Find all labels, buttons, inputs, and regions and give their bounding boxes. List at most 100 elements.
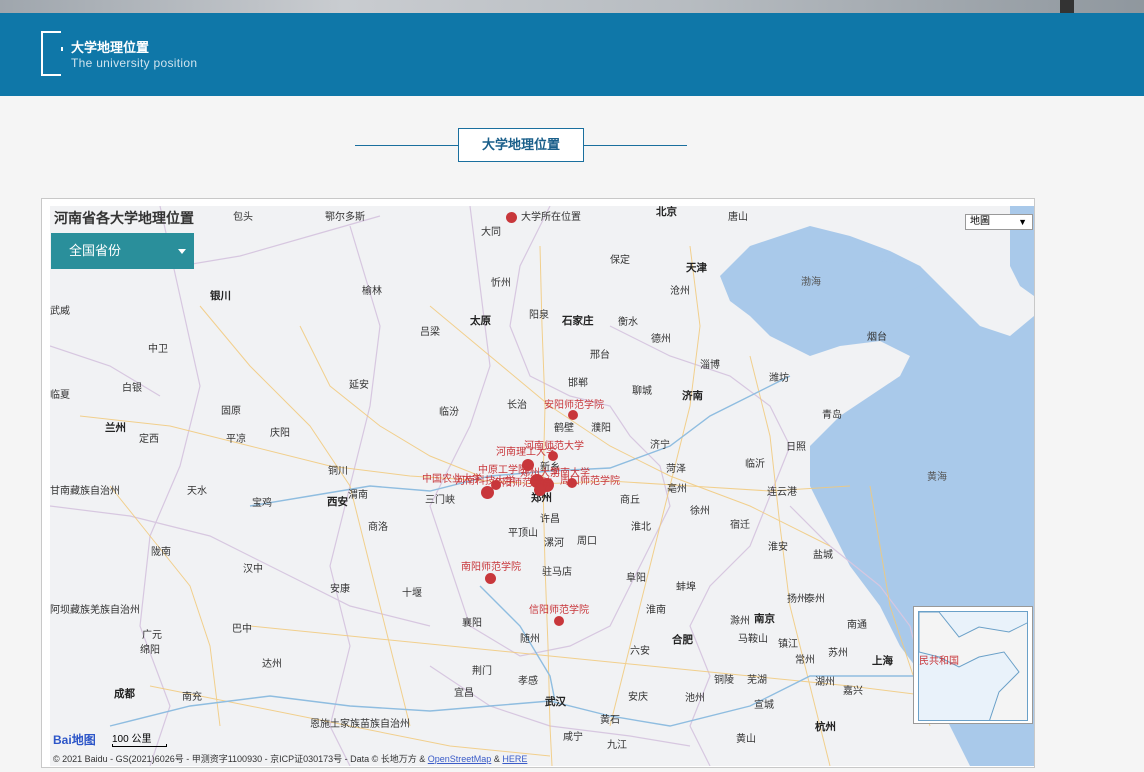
university-label: 洛阳师范学院 [492,478,552,489]
city-label: 德州 [651,334,671,345]
here-link[interactable]: HERE [502,754,527,764]
city-label: 滁州 [730,616,750,627]
city-label: 济南 [682,390,703,402]
city-label: 安庆 [628,692,648,703]
city-label: 巴中 [232,624,252,635]
city-label: 苏州 [828,648,848,659]
city-label: 芜湖 [747,675,767,686]
city-label: 阿坝藏族羌族自治州 [50,605,140,616]
city-label: 南通 [847,620,867,631]
banner-subtitle: The university position [71,56,198,70]
city-label: 包头 [233,212,253,223]
city-label: 兰州 [105,422,126,434]
university-label: 中国农业大学 [422,474,482,485]
city-label: 镇江 [778,639,798,650]
city-label: 盐城 [813,550,833,561]
city-label: 咸宁 [563,732,583,743]
city-label: 天津 [686,262,707,274]
city-label: 定西 [139,434,159,445]
baidu-map[interactable]: 河南省各大学地理位置 大学所在位置 全国省份 地圖 ▼ 北京 天津 太原 石家庄 … [50,206,1034,766]
city-label: 亳州 [667,484,687,495]
city-label: 宿迁 [730,520,750,531]
city-label: 淮安 [768,542,788,553]
city-label: 淮北 [631,522,651,533]
university-label: 南阳师范学院 [461,562,521,573]
map-type-select[interactable]: 地圖 ▼ [965,214,1033,230]
city-label: 西安 [327,496,348,508]
map-legend: 大学所在位置 [506,208,581,223]
city-label: 南京 [754,613,775,625]
city-label: 三门峡 [425,495,455,506]
city-label: 衡水 [618,317,638,328]
university-marker[interactable] [485,573,496,584]
city-label: 鹤壁 [554,423,574,434]
city-label: 杭州 [815,721,836,733]
city-label: 唐山 [728,212,748,223]
city-label: 马鞍山 [738,634,768,645]
university-label: 安阳师范学院 [544,400,604,411]
city-label: 渭南 [348,490,368,501]
city-label: 绵阳 [140,645,160,656]
copyright-amp: & [493,754,500,764]
city-label: 忻州 [491,278,511,289]
city-label: 九江 [607,740,627,751]
city-label: 天水 [187,486,207,497]
city-label: 湖州 [815,677,835,688]
copyright-text: © 2021 Baidu - GS(2021)6026号 - 甲测资字11009… [53,754,426,764]
city-label: 泰州 [805,594,825,605]
city-label: 池州 [685,693,705,704]
city-label: 安康 [330,584,350,595]
city-label: 济宁 [650,440,670,451]
city-label: 许昌 [540,514,560,525]
city-label: 临沂 [745,459,765,470]
sea-label: 渤海 [801,277,821,288]
map-title: 河南省各大学地理位置 [54,210,194,226]
city-label: 庆阳 [270,428,290,439]
scale-bar [112,744,167,747]
city-label: 常州 [795,655,815,666]
city-label: 十堰 [402,588,422,599]
city-label: 宣城 [754,700,774,711]
openstreetmap-link[interactable]: OpenStreetMap [428,754,492,764]
university-marker[interactable] [554,616,564,626]
map-scale: 100 公里 [112,730,167,747]
city-label: 铜川 [328,466,348,477]
university-label: 信阳师范学院 [529,605,589,616]
city-label: 随州 [520,634,540,645]
map-copyright: © 2021 Baidu - GS(2021)6026号 - 甲测资字11009… [53,752,527,765]
city-label: 固原 [221,406,241,417]
province-dropdown[interactable]: 全国省份 [51,233,194,269]
section-heading: 大学地理位置 [458,128,584,162]
city-label: 烟台 [867,332,887,343]
city-label: 甘南藏族自治州 [50,486,120,497]
city-label: 白银 [122,383,142,394]
city-label: 南充 [182,692,202,703]
city-label: 合肥 [672,634,693,646]
city-label: 沧州 [670,286,690,297]
city-label: 黄石 [600,715,620,726]
city-label: 连云港 [767,487,797,498]
city-label: 驻马店 [542,567,572,578]
city-label: 邯郸 [568,378,588,389]
section-divider-right [584,145,687,146]
city-label: 商丘 [620,495,640,506]
city-label: 中卫 [148,344,168,355]
city-label: 武汉 [545,696,566,708]
university-marker[interactable] [568,410,578,420]
city-label: 平凉 [226,434,246,445]
city-label: 铜陵 [714,675,734,686]
city-label: 濮阳 [591,423,611,434]
city-label: 黄山 [736,734,756,745]
baidu-logo[interactable]: Bai地图 [53,731,96,748]
city-label: 临汾 [439,407,459,418]
city-label: 周口 [577,536,597,547]
city-label: 潍坊 [769,373,789,384]
city-label: 聊城 [632,386,652,397]
chevron-down-icon [178,249,186,254]
city-label: 北京 [656,206,677,218]
map-type-label: 地圖 [970,216,990,227]
dropdown-arrow-icon: ▼ [1018,217,1027,227]
overview-map[interactable]: 民共和国 [913,606,1033,724]
city-label: 保定 [610,255,630,266]
header-photo-strip [0,0,1144,13]
